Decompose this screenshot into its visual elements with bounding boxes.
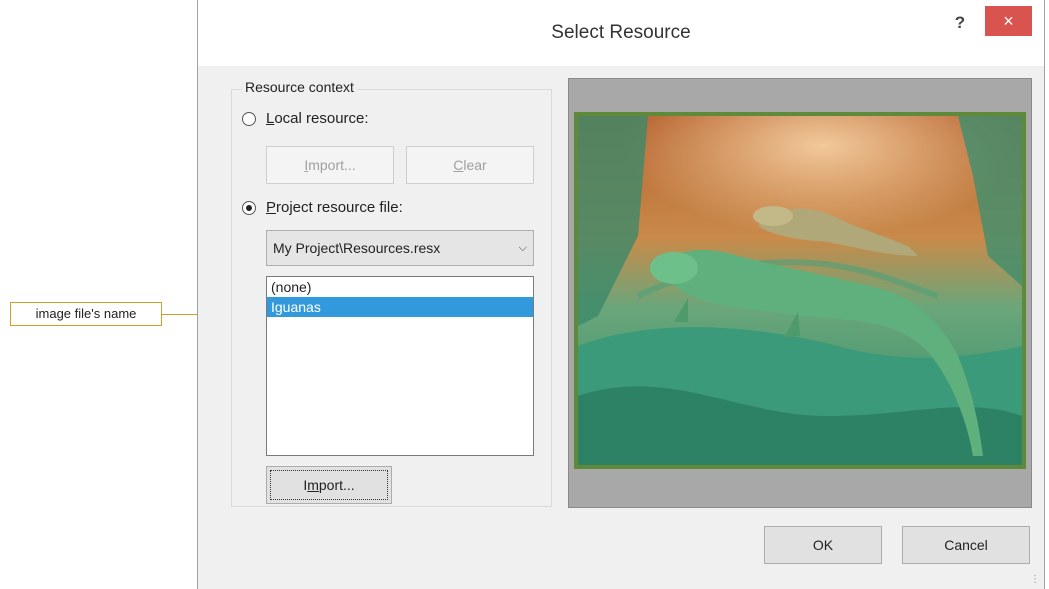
project-resource-label: Project resource file: — [266, 199, 403, 216]
clear-button[interactable]: Clear — [406, 146, 534, 184]
resource-context-label: Resource context — [242, 79, 357, 95]
project-import-button[interactable]: Import... — [266, 466, 392, 504]
resource-file-select[interactable]: My Project\Resources.resx ⌵ — [266, 230, 534, 266]
local-resource-radio-row[interactable]: Local resource: — [242, 110, 369, 127]
iguana-photo — [574, 112, 1026, 469]
focus-ring — [270, 470, 388, 500]
callout-label: image file's name — [10, 302, 162, 326]
project-resource-radio[interactable] — [242, 200, 256, 215]
cancel-button[interactable]: Cancel — [902, 526, 1030, 564]
chevron-down-icon: ⌵ — [518, 242, 527, 254]
resource-file-select-value: My Project\Resources.resx — [273, 240, 441, 256]
title-bar: Select Resource ? × — [198, 0, 1044, 66]
ok-button[interactable]: OK — [764, 526, 882, 564]
dialog-title: Select Resource — [551, 22, 691, 43]
list-item-selected[interactable]: Iguanas — [267, 297, 533, 317]
local-resource-label: Local resource: — [266, 110, 369, 127]
project-resource-radio-row[interactable]: Project resource file: — [242, 199, 403, 216]
local-import-button[interactable]: Import... — [266, 146, 394, 184]
resource-list[interactable]: (none) Iguanas — [266, 276, 534, 456]
list-item[interactable]: (none) — [267, 277, 533, 297]
select-resource-dialog: Select Resource ? × Resource context Loc… — [197, 0, 1045, 589]
help-button[interactable]: ? — [948, 10, 972, 36]
iguana-photo-graphic — [578, 116, 1022, 465]
close-button[interactable]: × — [985, 6, 1032, 36]
local-resource-radio[interactable] — [242, 111, 256, 126]
resize-grip-icon[interactable]: ⋮ — [1030, 574, 1040, 585]
